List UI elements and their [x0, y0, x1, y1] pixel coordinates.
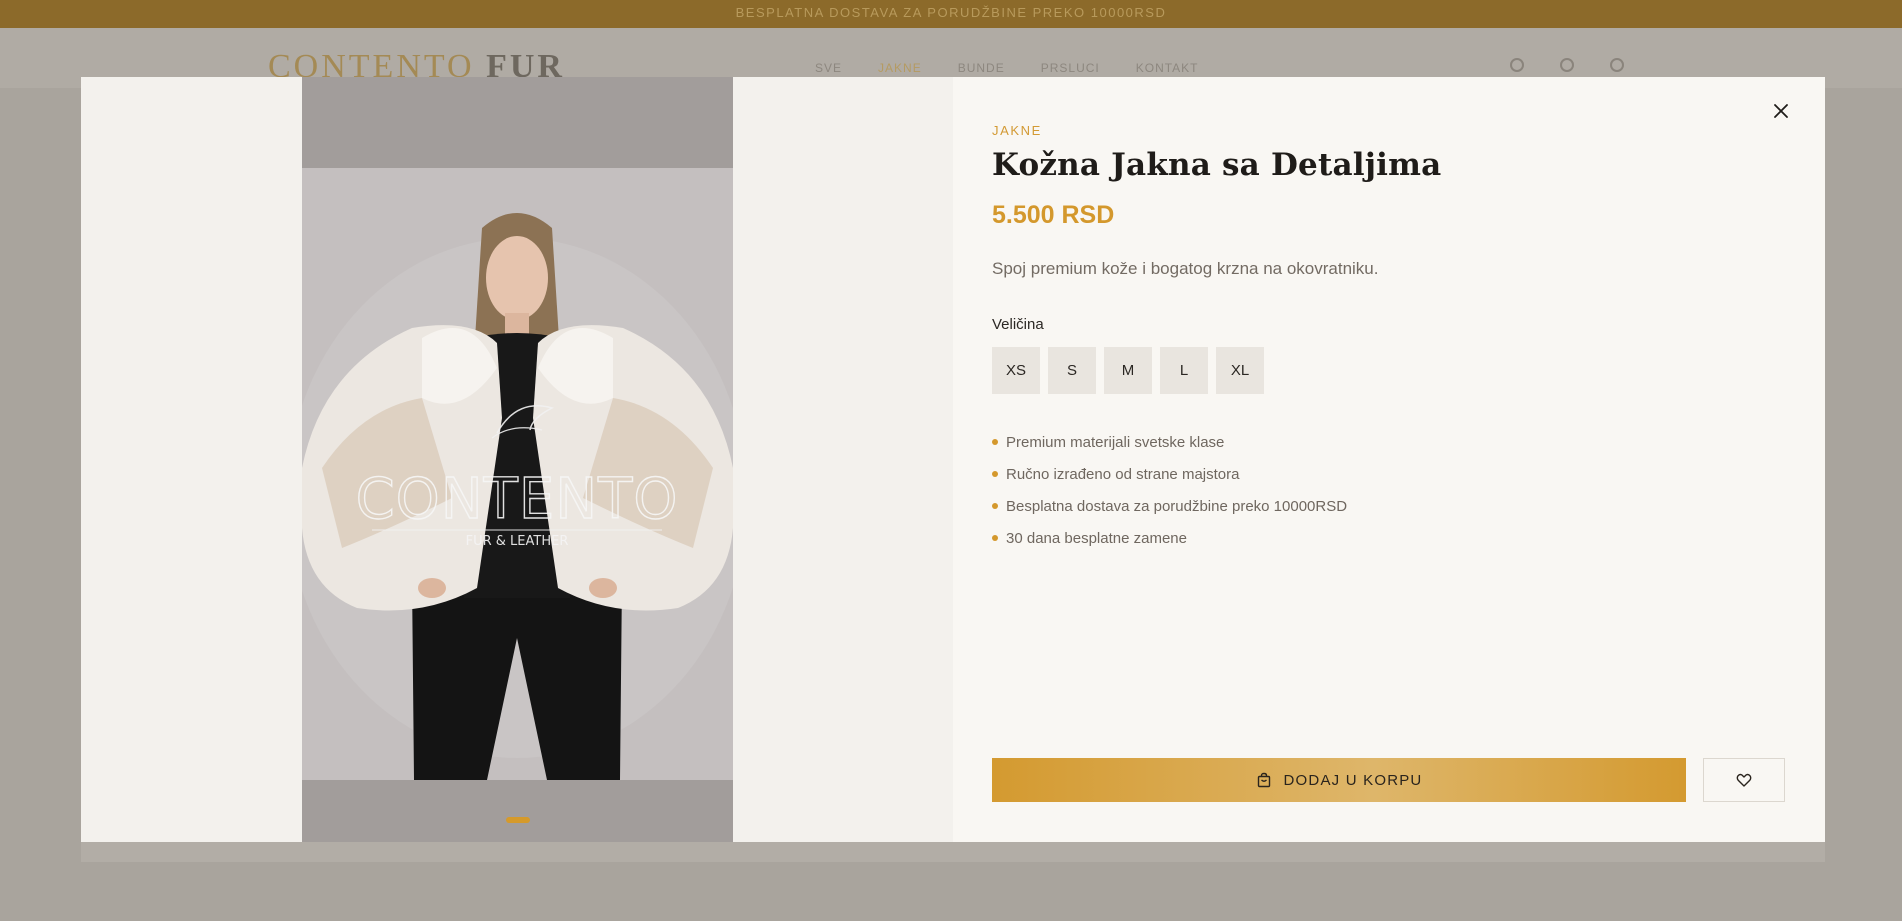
product-quickview-modal: CONTENTO FUR & LEATHER JAKNE Kožna Jakna… — [81, 77, 1825, 842]
product-image[interactable]: CONTENTO FUR & LEATHER — [302, 168, 733, 780]
wishlist-button[interactable] — [1703, 758, 1785, 802]
shopping-bag-icon — [1257, 772, 1270, 788]
announcement-bar: BESPLATNA DOSTAVA ZA PORUDŽBINE PREKO 10… — [0, 0, 1902, 28]
close-button[interactable] — [1769, 99, 1793, 123]
gallery-pagination — [302, 817, 733, 823]
header-icons — [1510, 58, 1624, 72]
bullet-icon — [992, 471, 998, 477]
product-photo-illustration: CONTENTO FUR & LEATHER — [302, 168, 733, 780]
watermark-tagline: FUR & LEATHER — [466, 534, 569, 549]
user-icon — [1560, 58, 1574, 72]
product-title: Kožna Jakna sa Detaljima — [992, 147, 1442, 183]
cart-icon — [1610, 58, 1624, 72]
bullet-icon — [992, 503, 998, 509]
size-option-s[interactable]: S — [1048, 347, 1096, 394]
add-to-cart-label: DODAJ U KORPU — [1283, 771, 1423, 789]
size-option-xl[interactable]: XL — [1216, 347, 1264, 394]
list-item: Ručno izrađeno od strane majstora — [992, 458, 1347, 490]
feature-list: Premium materijali svetske klase Ručno i… — [992, 426, 1347, 554]
product-gallery: CONTENTO FUR & LEATHER — [81, 77, 953, 842]
background-content — [81, 842, 1825, 862]
heart-icon — [1736, 773, 1752, 787]
list-item: Premium materijali svetske klase — [992, 426, 1347, 458]
nav-item-all: SVE — [815, 61, 843, 75]
size-option-l[interactable]: L — [1160, 347, 1208, 394]
size-label: Veličina — [992, 316, 1044, 333]
product-price: 5.500 RSD — [992, 201, 1115, 229]
list-item: Besplatna dostava za porudžbine preko 10… — [992, 490, 1347, 522]
nav-item-vests: PRSLUCI — [1040, 61, 1100, 75]
watermark-brand: CONTENTO — [356, 467, 679, 532]
size-option-m[interactable]: M — [1104, 347, 1152, 394]
product-category[interactable]: JAKNE — [992, 123, 1042, 138]
product-image-frame: CONTENTO FUR & LEATHER — [302, 77, 733, 842]
main-nav: SVE JAKNE BUNDE PRSLUCI KONTAKT — [815, 61, 1199, 75]
announcement-text: BESPLATNA DOSTAVA ZA PORUDŽBINE PREKO 10… — [735, 5, 1167, 20]
size-option-xs[interactable]: XS — [992, 347, 1040, 394]
product-details: JAKNE Kožna Jakna sa Detaljima 5.500 RSD… — [953, 77, 1825, 842]
nav-item-jackets: JAKNE — [878, 61, 922, 75]
gallery-dot-active[interactable] — [505, 817, 530, 823]
close-icon — [1774, 104, 1788, 118]
bullet-icon — [992, 535, 998, 541]
add-to-cart-button[interactable]: DODAJ U KORPU — [992, 758, 1686, 802]
bullet-icon — [992, 439, 998, 445]
list-item: 30 dana besplatne zamene — [992, 522, 1347, 554]
nav-item-contact: KONTAKT — [1135, 61, 1199, 75]
size-selector: XS S M L XL — [992, 347, 1264, 394]
nav-item-coats: BUNDE — [957, 61, 1005, 75]
search-icon — [1510, 58, 1524, 72]
product-description: Spoj premium kože i bogatog krzna na oko… — [992, 259, 1379, 278]
